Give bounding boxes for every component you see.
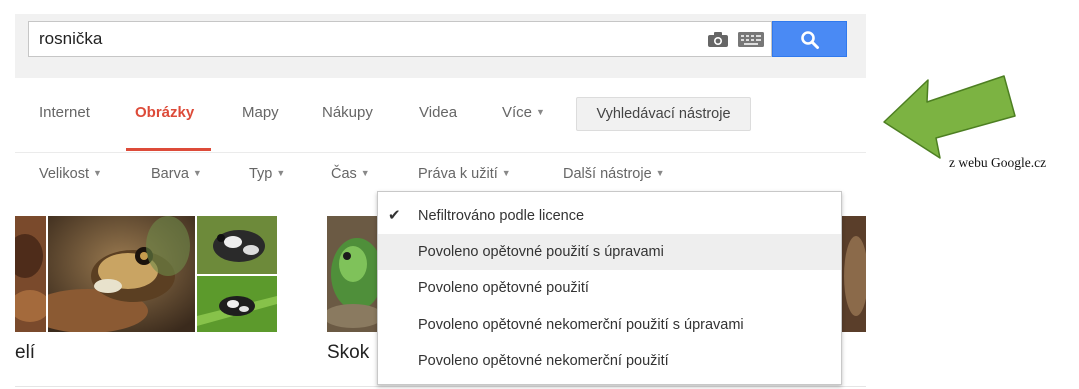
filter-time[interactable]: Čas ▼	[331, 166, 370, 182]
keyboard-icon[interactable]	[738, 32, 764, 47]
usage-rights-menu: ✔ Nefiltrováno podle licence Povoleno op…	[377, 191, 842, 385]
chevron-down-icon: ▼	[92, 168, 102, 178]
chevron-down-icon: ▼	[501, 168, 511, 178]
search-type-tabs: Internet Obrázky Mapy Nákupy Videa Více ▼…	[0, 84, 866, 152]
divider	[15, 386, 866, 387]
search-icon	[801, 31, 819, 49]
result-image[interactable]	[842, 216, 866, 332]
filter-usage-rights[interactable]: Práva k užití ▼	[418, 166, 511, 182]
tab-shopping[interactable]: Nákupy	[322, 104, 373, 121]
menu-item-label: Nefiltrováno podle licence	[418, 208, 585, 224]
checkmark-icon: ✔	[388, 207, 401, 224]
tab-videos[interactable]: Videa	[419, 104, 457, 121]
filter-more-tools[interactable]: Další nástroje ▼	[563, 166, 665, 182]
search-input[interactable]	[39, 22, 599, 56]
arrow-pointer-icon	[883, 75, 1016, 159]
menu-item-reuse-with-modification[interactable]: Povoleno opětovné použití s úpravami	[378, 234, 841, 270]
google-images-screenshot: Internet Obrázky Mapy Nákupy Videa Více▼…	[0, 0, 866, 389]
menu-item-label: Povoleno opětovné nekomerční použití	[418, 353, 669, 369]
filter-color-label: Barva	[151, 166, 189, 182]
divider	[15, 152, 866, 153]
tab-images[interactable]: Obrázky	[135, 104, 194, 121]
filter-size[interactable]: Velikost ▼	[39, 166, 102, 182]
source-note: z webu Google.cz	[949, 155, 1047, 170]
filter-color[interactable]: Barva ▼	[151, 166, 202, 182]
chevron-down-icon: ▼	[655, 168, 665, 178]
result-image[interactable]	[48, 216, 195, 332]
search-box[interactable]	[28, 21, 772, 57]
search-tools-button[interactable]: Vyhledávací nástroje	[576, 97, 751, 131]
tab-maps[interactable]: Mapy	[242, 104, 279, 121]
active-tab-indicator	[126, 148, 211, 151]
menu-item-not-filtered[interactable]: ✔ Nefiltrováno podle licence	[378, 198, 841, 234]
tab-more-label: Více	[502, 104, 533, 121]
filter-type-label: Typ	[249, 166, 273, 182]
menu-item-label: Povoleno opětovné nekomerční použití s ú…	[418, 317, 744, 333]
result-caption[interactable]: elí	[15, 342, 35, 364]
tab-internet[interactable]: Internet	[39, 104, 90, 121]
tab-more[interactable]: Více ▼	[502, 104, 545, 121]
filter-more-tools-label: Další nástroje	[563, 166, 652, 182]
chevron-down-icon: ▼	[536, 107, 545, 117]
filter-size-label: Velikost	[39, 166, 89, 182]
menu-item-label: Povoleno opětovné použití	[418, 280, 589, 296]
filter-usage-rights-label: Práva k užití	[418, 166, 498, 182]
result-image[interactable]	[197, 216, 277, 274]
menu-item-noncommercial-reuse[interactable]: Povoleno opětovné nekomerční použití	[378, 343, 841, 379]
result-caption[interactable]: Skok	[327, 342, 369, 364]
result-image[interactable]	[327, 216, 379, 332]
menu-item-label: Povoleno opětovné použití s úpravami	[418, 244, 664, 260]
result-image[interactable]	[15, 216, 46, 332]
camera-icon[interactable]	[707, 31, 729, 48]
menu-item-noncommercial-reuse-with-modification[interactable]: Povoleno opětovné nekomerční použití s ú…	[378, 307, 841, 343]
chevron-down-icon: ▼	[360, 168, 370, 178]
chevron-down-icon: ▼	[276, 168, 286, 178]
result-image[interactable]	[197, 276, 277, 332]
filter-time-label: Čas	[331, 166, 357, 182]
chevron-down-icon: ▼	[192, 168, 202, 178]
filter-toolbar: Velikost ▼ Barva ▼ Typ ▼ Čas ▼ Práva k užití…	[0, 160, 866, 192]
menu-item-reuse[interactable]: Povoleno opětovné použití	[378, 270, 841, 306]
search-button[interactable]	[772, 21, 847, 57]
filter-type[interactable]: Typ ▼	[249, 166, 285, 182]
